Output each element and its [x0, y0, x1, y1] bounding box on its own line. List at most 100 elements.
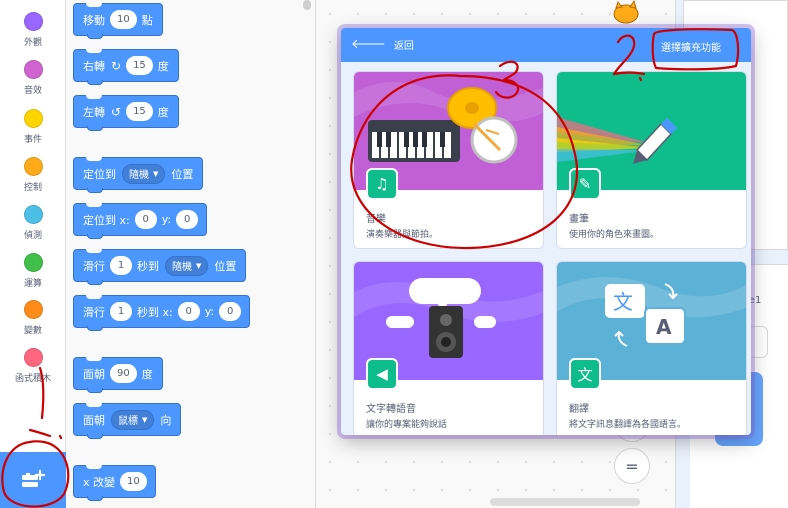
- block-label: 滑行: [83, 259, 105, 273]
- svg-text:文: 文: [613, 290, 633, 314]
- dropdown-caret-icon: ▼: [142, 415, 148, 424]
- category-sensing-dot: [23, 205, 43, 224]
- block-move-steps[interactable]: 移動 10 點: [73, 3, 163, 39]
- block-label: 右轉: [83, 59, 105, 73]
- category-variables-label: 變數: [23, 326, 42, 336]
- rotate-left-icon: ↺: [111, 104, 122, 119]
- category-variables-dot: [23, 300, 43, 319]
- extension-card-translate[interactable]: 文 A 文 翻譯 將文字訊息翻譯為各國語言。: [556, 261, 747, 435]
- category-sound[interactable]: 音效: [0, 60, 66, 108]
- block-label: 面朝: [83, 367, 105, 381]
- extension-library-modal: 🡐 返回 選擇擴充功能 ♫ 音樂 演奏樂器與節拍。 ✎ 畫筆 使用你的角色來畫圖…: [341, 28, 751, 435]
- block-point-towards[interactable]: 面朝 鼠標 ▼ 向: [73, 403, 182, 439]
- block-label: 位置: [171, 167, 194, 181]
- category-looks-dot: [23, 12, 43, 31]
- zoom-reset-icon: =: [625, 456, 639, 476]
- category-operators-label: 運算: [23, 279, 42, 289]
- block-input-y[interactable]: 0: [176, 210, 199, 229]
- modal-title: 選擇擴充功能: [661, 43, 721, 54]
- block-dropdown[interactable]: 隨機 ▼: [165, 255, 209, 276]
- category-control[interactable]: 控制: [0, 157, 66, 205]
- category-looks-label: 外觀: [23, 38, 42, 48]
- block-dropdown[interactable]: 鼠標 ▼: [111, 409, 155, 430]
- block-label: 滑行: [83, 305, 105, 319]
- palette-scrollbar[interactable]: [303, 0, 311, 10]
- modal-header: 🡐 返回 選擇擴充功能: [341, 28, 751, 62]
- block-turn-left[interactable]: 左轉 ↺ 15 度: [73, 95, 179, 131]
- extension-card-pen[interactable]: ✎ 畫筆 使用你的角色來畫圖。: [556, 71, 747, 249]
- dropdown-value: 隨機: [129, 170, 149, 181]
- category-operators-dot: [23, 253, 43, 272]
- block-label: 移動: [83, 13, 105, 27]
- category-control-dot: [23, 157, 43, 176]
- block-label: 度: [157, 59, 169, 73]
- add-extension-icon: [22, 469, 46, 487]
- svg-text:A: A: [656, 315, 672, 339]
- add-extension-button[interactable]: [0, 452, 66, 508]
- block-label: 秒到 x:: [137, 305, 173, 319]
- speaker-icon: ◀: [366, 358, 398, 390]
- category-variables[interactable]: 變數: [0, 300, 66, 348]
- category-events-dot: [23, 109, 43, 128]
- block-input[interactable]: 1: [110, 256, 132, 275]
- block-label: 點: [141, 13, 153, 27]
- extension-title: 音樂: [366, 214, 386, 225]
- dropdown-caret-icon: ▼: [153, 169, 159, 178]
- block-input-y[interactable]: 0: [219, 302, 242, 321]
- block-label: 左轉: [83, 105, 105, 119]
- block-input[interactable]: 10: [110, 10, 137, 29]
- category-operators[interactable]: 運算: [0, 253, 66, 301]
- category-sensing-label: 偵測: [23, 231, 42, 241]
- extension-description: 將文字訊息翻譯為各國語言。: [569, 420, 687, 430]
- back-label: 返回: [393, 41, 414, 52]
- category-sensing[interactable]: 偵測: [0, 205, 66, 253]
- workspace-scrollbar[interactable]: [490, 498, 640, 506]
- zoom-reset-button[interactable]: =: [614, 448, 650, 484]
- block-input[interactable]: 15: [126, 56, 153, 75]
- back-button[interactable]: 🡐 返回: [351, 37, 414, 52]
- block-goto-xy[interactable]: 定位到 x: 0 y: 0: [73, 203, 208, 239]
- rotate-right-icon: ↻: [111, 58, 122, 73]
- category-looks[interactable]: 外觀: [0, 12, 66, 60]
- block-label: 度: [157, 105, 169, 119]
- block-label: y:: [204, 305, 215, 318]
- extension-card-text-to-speech[interactable]: ◀ 文字轉語音 讓你的專案能夠說話: [353, 261, 544, 435]
- dropdown-value: 鼠標: [118, 416, 138, 427]
- dropdown-caret-icon: ▼: [196, 261, 202, 270]
- block-label: 面朝: [83, 413, 105, 427]
- block-dropdown[interactable]: 隨機 ▼: [122, 163, 166, 184]
- cat-sprite-icon: [613, 0, 639, 24]
- block-label: 度: [141, 367, 153, 381]
- block-label: 位置: [214, 259, 237, 273]
- block-goto[interactable]: 定位到 隨機 ▼ 位置: [73, 157, 204, 193]
- block-point-direction[interactable]: 面朝 90 度: [73, 357, 163, 393]
- pen-icon: ✎: [569, 168, 601, 200]
- category-sound-dot: [23, 60, 43, 79]
- category-events-label: 事件: [23, 135, 42, 145]
- extension-description: 讓你的專案能夠說話: [366, 420, 448, 430]
- block-input-x[interactable]: 0: [177, 302, 200, 321]
- block-input-x[interactable]: 0: [134, 210, 157, 229]
- block-input[interactable]: 15: [126, 102, 153, 121]
- category-my-blocks[interactable]: 函式積木: [0, 348, 66, 396]
- block-label: 向: [160, 413, 172, 427]
- block-label: 定位到 x:: [83, 213, 130, 227]
- block-change-x[interactable]: x 改變 10: [73, 465, 156, 501]
- extension-description: 演奏樂器與節拍。: [366, 230, 439, 240]
- block-input[interactable]: 1: [110, 302, 132, 321]
- category-my-blocks-dot: [23, 348, 43, 367]
- music-note-icon: ♫: [366, 168, 398, 200]
- block-glide-xy[interactable]: 滑行 1 秒到 x: 0 y: 0: [73, 295, 251, 331]
- block-input[interactable]: 90: [110, 364, 137, 383]
- extension-card-music[interactable]: ♫ 音樂 演奏樂器與節拍。: [353, 71, 544, 249]
- category-sidebar: 外觀 音效 事件 控制 偵測 運算 變數 函式積木: [0, 0, 66, 508]
- category-events[interactable]: 事件: [0, 109, 66, 157]
- extension-title: 畫筆: [569, 214, 589, 225]
- category-sound-label: 音效: [23, 86, 42, 96]
- block-label: 定位到: [83, 167, 116, 181]
- block-glide[interactable]: 滑行 1 秒到 隨機 ▼ 位置: [73, 249, 247, 285]
- block-input[interactable]: 10: [120, 472, 147, 491]
- translate-icon: 文: [569, 358, 601, 390]
- extension-description: 使用你的角色來畫圖。: [569, 230, 660, 240]
- block-turn-right[interactable]: 右轉 ↻ 15 度: [73, 49, 179, 85]
